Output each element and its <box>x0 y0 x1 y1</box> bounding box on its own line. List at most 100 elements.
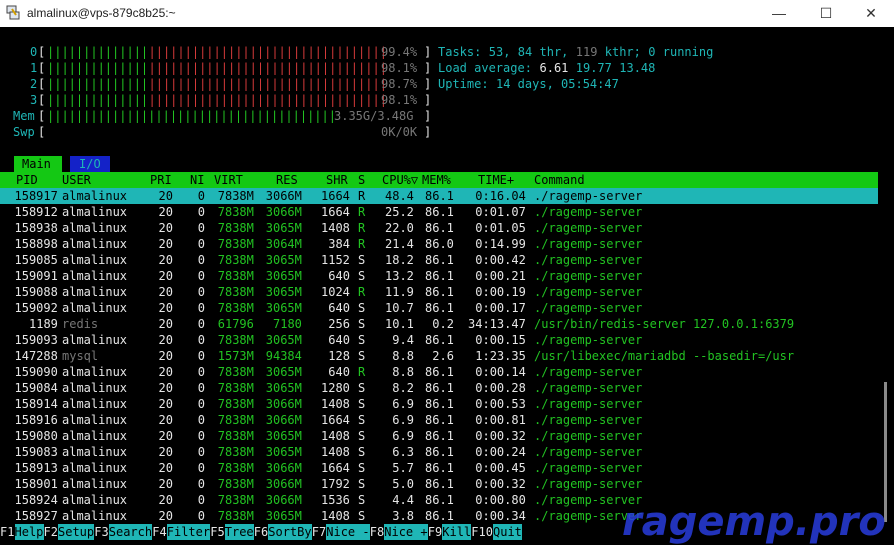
column-header-8[interactable]: CPU%▽ <box>382 172 418 188</box>
cell-shr: 1408 <box>321 509 350 523</box>
cell-shr: 1280 <box>321 381 350 395</box>
cell-user: almalinux <box>62 381 128 395</box>
cell-mem: 0.2 <box>432 317 454 331</box>
cell-shr: 1536 <box>321 493 350 507</box>
fkey-F1: F1 <box>0 525 15 539</box>
cell-virt: 7838M <box>217 445 254 459</box>
cell-pid: 159083 <box>14 445 58 459</box>
cell-s: R <box>358 189 366 203</box>
cell-shr: 1408 <box>321 429 350 443</box>
cell-cmd: ./ragemp-server <box>534 221 643 235</box>
column-header-4[interactable]: VIRT <box>214 172 243 188</box>
meter-bracket: ] <box>424 45 432 59</box>
fkey-label-search[interactable]: Search <box>109 524 152 540</box>
cell-virt: 7838M <box>217 253 254 267</box>
cell-ni: 0 <box>197 205 205 219</box>
cell-mem: 86.1 <box>425 301 454 315</box>
terminal-area[interactable]: 0[|||||||||||||| ||||||||||||||||||||||||… <box>0 27 894 545</box>
cell-pri: 20 <box>158 253 173 267</box>
fkey-label-help[interactable]: Help <box>15 524 44 540</box>
fkey-label-sortby[interactable]: SortBy <box>268 524 311 540</box>
cell-time: 0:00.28 <box>475 381 526 395</box>
maximize-button[interactable]: ☐ <box>803 0 849 27</box>
cell-res: 3065M <box>265 509 302 523</box>
cell-pri: 20 <box>158 477 173 491</box>
column-header-7[interactable]: S <box>358 172 365 188</box>
cell-s: R <box>358 221 366 235</box>
cell-cmd: ./ragemp-server <box>534 381 643 395</box>
swp-meter-value: 0K/0K <box>381 125 418 139</box>
column-header-6[interactable]: SHR <box>326 172 348 188</box>
column-header-1[interactable]: USER <box>62 172 91 188</box>
meter-bracket: ] <box>424 77 432 91</box>
cell-cpu: 6.9 <box>392 397 414 411</box>
cell-user: almalinux <box>62 397 128 411</box>
cell-user: almalinux <box>62 429 128 443</box>
cell-cpu: 18.2 <box>385 253 414 267</box>
cell-s: S <box>358 269 366 283</box>
cell-shr: 1664 <box>321 461 350 475</box>
cell-ni: 0 <box>197 285 205 299</box>
cell-cmd: ./ragemp-server <box>534 269 643 283</box>
cell-mem: 86.1 <box>425 381 454 395</box>
fkey-F10: F10 <box>471 525 493 539</box>
cell-ni: 0 <box>197 381 205 395</box>
column-header-9[interactable]: MEM% <box>422 172 451 188</box>
cpu-meter-bar-low: |||||||||||||| <box>47 61 149 75</box>
fkey-label-tree[interactable]: Tree <box>225 524 254 540</box>
cell-s: S <box>358 333 366 347</box>
cell-s: R <box>358 365 366 379</box>
tab-io[interactable]: I/O <box>79 156 101 172</box>
cell-cpu: 11.9 <box>385 285 414 299</box>
fkey-label-setup[interactable]: Setup <box>58 524 94 540</box>
cell-cpu: 10.1 <box>385 317 414 331</box>
cell-virt: 7838M <box>217 333 254 347</box>
fkey-label-nice-[interactable]: Nice + <box>384 524 427 540</box>
running-label: running <box>662 45 714 59</box>
column-header-0[interactable]: PID <box>16 172 38 188</box>
uptime-label: Uptime: <box>438 77 489 91</box>
cell-ni: 0 <box>197 349 205 363</box>
cell-time: 0:00.15 <box>475 333 526 347</box>
fkey-label-quit[interactable]: Quit <box>493 524 522 540</box>
fkey-label-nice-[interactable]: Nice - <box>326 524 369 540</box>
tab-main[interactable]: Main <box>22 156 51 172</box>
cell-pid: 158917 <box>14 189 58 203</box>
cell-ni: 0 <box>197 301 205 315</box>
cell-pid: 158916 <box>14 413 58 427</box>
cell-res: 3066M <box>265 413 302 427</box>
cell-cmd: ./ragemp-server <box>534 285 643 299</box>
cell-mem: 86.1 <box>425 429 454 443</box>
column-header-3[interactable]: NI <box>190 172 204 188</box>
cell-res: 3065M <box>265 221 302 235</box>
cell-user: almalinux <box>62 413 128 427</box>
cell-s: S <box>358 317 366 331</box>
column-header-11[interactable]: Command <box>534 172 585 188</box>
cell-pid: 159084 <box>14 381 58 395</box>
column-header-5[interactable]: RES <box>276 172 298 188</box>
fkey-label-kill[interactable]: Kill <box>442 524 471 540</box>
cell-mem: 86.1 <box>425 269 454 283</box>
cell-pid: 159085 <box>14 253 58 267</box>
cell-s: S <box>358 429 366 443</box>
column-header-10[interactable]: TIME+ <box>478 172 514 188</box>
watermark: ragemp.pro <box>622 499 886 545</box>
cell-cmd: ./ragemp-server <box>534 237 643 251</box>
fkey-label-filter[interactable]: Filter <box>167 524 210 540</box>
cell-s: S <box>358 253 366 267</box>
cell-s: S <box>358 509 366 523</box>
cell-s: S <box>358 477 366 491</box>
thr-count: 84 <box>517 45 533 59</box>
cpu-meter-label: 2 <box>30 77 38 91</box>
cell-pri: 20 <box>158 461 173 475</box>
cell-virt: 7838M <box>217 221 254 235</box>
column-header-2[interactable]: PRI <box>150 172 172 188</box>
close-button[interactable]: ✕ <box>848 0 894 27</box>
cell-res: 3066M <box>265 189 302 203</box>
cell-cpu: 22.0 <box>385 221 414 235</box>
cell-res: 3066M <box>265 477 302 491</box>
cell-ni: 0 <box>197 397 205 411</box>
fkey-F6: F6 <box>253 525 269 539</box>
minimize-button[interactable]: — <box>756 0 802 27</box>
cell-time: 0:01.05 <box>475 221 526 235</box>
